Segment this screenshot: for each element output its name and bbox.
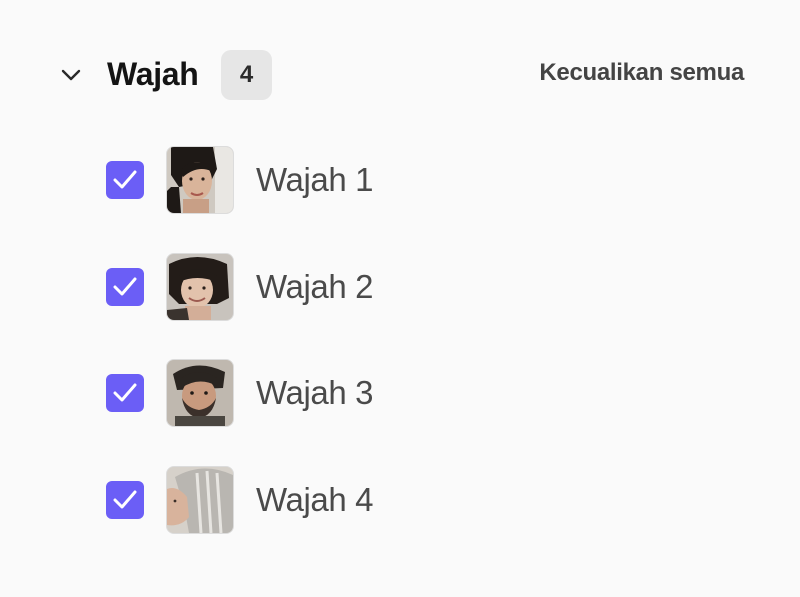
count-badge: 4 [221, 50, 272, 100]
exclude-all-button[interactable]: Kecualikan semua [539, 56, 744, 90]
face-checkbox-2[interactable] [106, 267, 144, 306]
faces-list: Wajah 1 Wajah 2 Wajah 3 Wajah 4 [106, 146, 706, 572]
face-label-2: Wajah 2 [256, 267, 374, 305]
checkmark-icon [113, 383, 137, 402]
chevron-down-icon[interactable] [58, 62, 84, 88]
face-checkbox-3[interactable] [106, 374, 144, 412]
face-item-1: Wajah 1 [106, 146, 706, 214]
face-item-4: Wajah 4 [106, 465, 706, 534]
face-checkbox-1[interactable] [106, 161, 144, 199]
faces-section-header: Wajah 4 Kecualikan semua [56, 48, 746, 100]
face-thumbnail-3 [166, 359, 234, 427]
faces-panel: Wajah 4 Kecualikan semua Wajah 1 Wajah 2… [0, 0, 800, 597]
face-label-1: Wajah 1 [256, 161, 374, 198]
face-label-3: Wajah 3 [256, 374, 374, 411]
face-thumbnail-2 [166, 252, 234, 321]
face-item-2: Wajah 2 [106, 252, 706, 321]
face-thumbnail-1 [166, 146, 234, 214]
face-label-4: Wajah 4 [256, 480, 374, 518]
section-title: Wajah [107, 56, 199, 92]
face-thumbnail-4 [166, 465, 234, 534]
face-item-3: Wajah 3 [106, 359, 706, 427]
checkmark-icon [113, 277, 137, 295]
checkmark-icon [113, 170, 137, 189]
checkmark-icon [113, 490, 137, 508]
face-checkbox-4[interactable] [106, 480, 144, 519]
